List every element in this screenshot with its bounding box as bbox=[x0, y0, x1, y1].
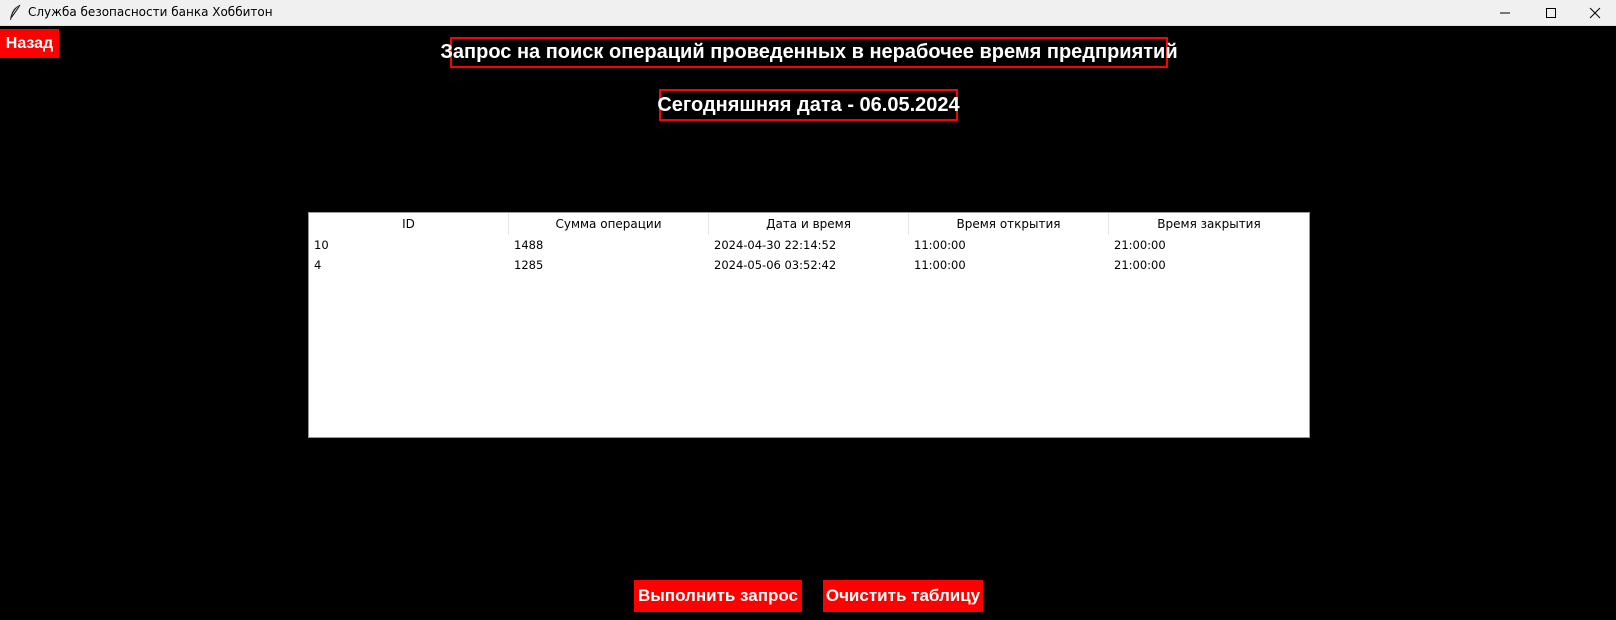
results-table[interactable]: ID Сумма операции Дата и время Время отк… bbox=[308, 212, 1310, 438]
cell-open-time: 11:00:00 bbox=[914, 258, 966, 272]
back-button[interactable]: Назад bbox=[0, 29, 59, 58]
cell-amount: 1285 bbox=[514, 258, 544, 272]
maximize-icon bbox=[1545, 7, 1557, 19]
cell-datetime: 2024-04-30 22:14:52 bbox=[714, 238, 837, 252]
title-bar: Служба безопасности банка Хоббитон bbox=[0, 0, 1616, 26]
column-header-datetime[interactable]: Дата и время bbox=[709, 213, 909, 235]
cell-open-time: 11:00:00 bbox=[914, 238, 966, 252]
minimize-button[interactable] bbox=[1482, 0, 1528, 26]
run-query-button[interactable]: Выполнить запрос bbox=[634, 580, 802, 612]
cell-amount: 1488 bbox=[514, 238, 544, 252]
table-row[interactable]: 10 1488 2024-04-30 22:14:52 11:00:00 21:… bbox=[309, 235, 1309, 255]
cell-id: 10 bbox=[314, 238, 329, 252]
table-header: ID Сумма операции Дата и время Время отк… bbox=[309, 213, 1309, 235]
cell-close-time: 21:00:00 bbox=[1114, 258, 1166, 272]
close-icon bbox=[1589, 7, 1601, 19]
window-title: Служба безопасности банка Хоббитон bbox=[28, 5, 273, 19]
page-title: Запрос на поиск операций проведенных в н… bbox=[440, 37, 1178, 68]
cell-datetime: 2024-05-06 03:52:42 bbox=[714, 258, 837, 272]
close-button[interactable] bbox=[1572, 0, 1616, 26]
feather-icon bbox=[8, 4, 22, 22]
maximize-button[interactable] bbox=[1528, 0, 1574, 26]
clear-table-button[interactable]: Очистить таблицу bbox=[823, 580, 983, 612]
cell-close-time: 21:00:00 bbox=[1114, 238, 1166, 252]
column-header-amount[interactable]: Сумма операции bbox=[509, 213, 709, 235]
minimize-icon bbox=[1499, 7, 1511, 19]
column-header-open-time[interactable]: Время открытия bbox=[909, 213, 1109, 235]
today-date-label: Сегодняшняя дата - 06.05.2024 bbox=[657, 89, 960, 121]
main-area: Назад Запрос на поиск операций проведенн… bbox=[0, 26, 1616, 620]
column-header-id[interactable]: ID bbox=[309, 213, 509, 235]
table-row[interactable]: 4 1285 2024-05-06 03:52:42 11:00:00 21:0… bbox=[309, 255, 1309, 275]
cell-id: 4 bbox=[314, 258, 322, 272]
column-header-close-time[interactable]: Время закрытия bbox=[1109, 213, 1309, 235]
